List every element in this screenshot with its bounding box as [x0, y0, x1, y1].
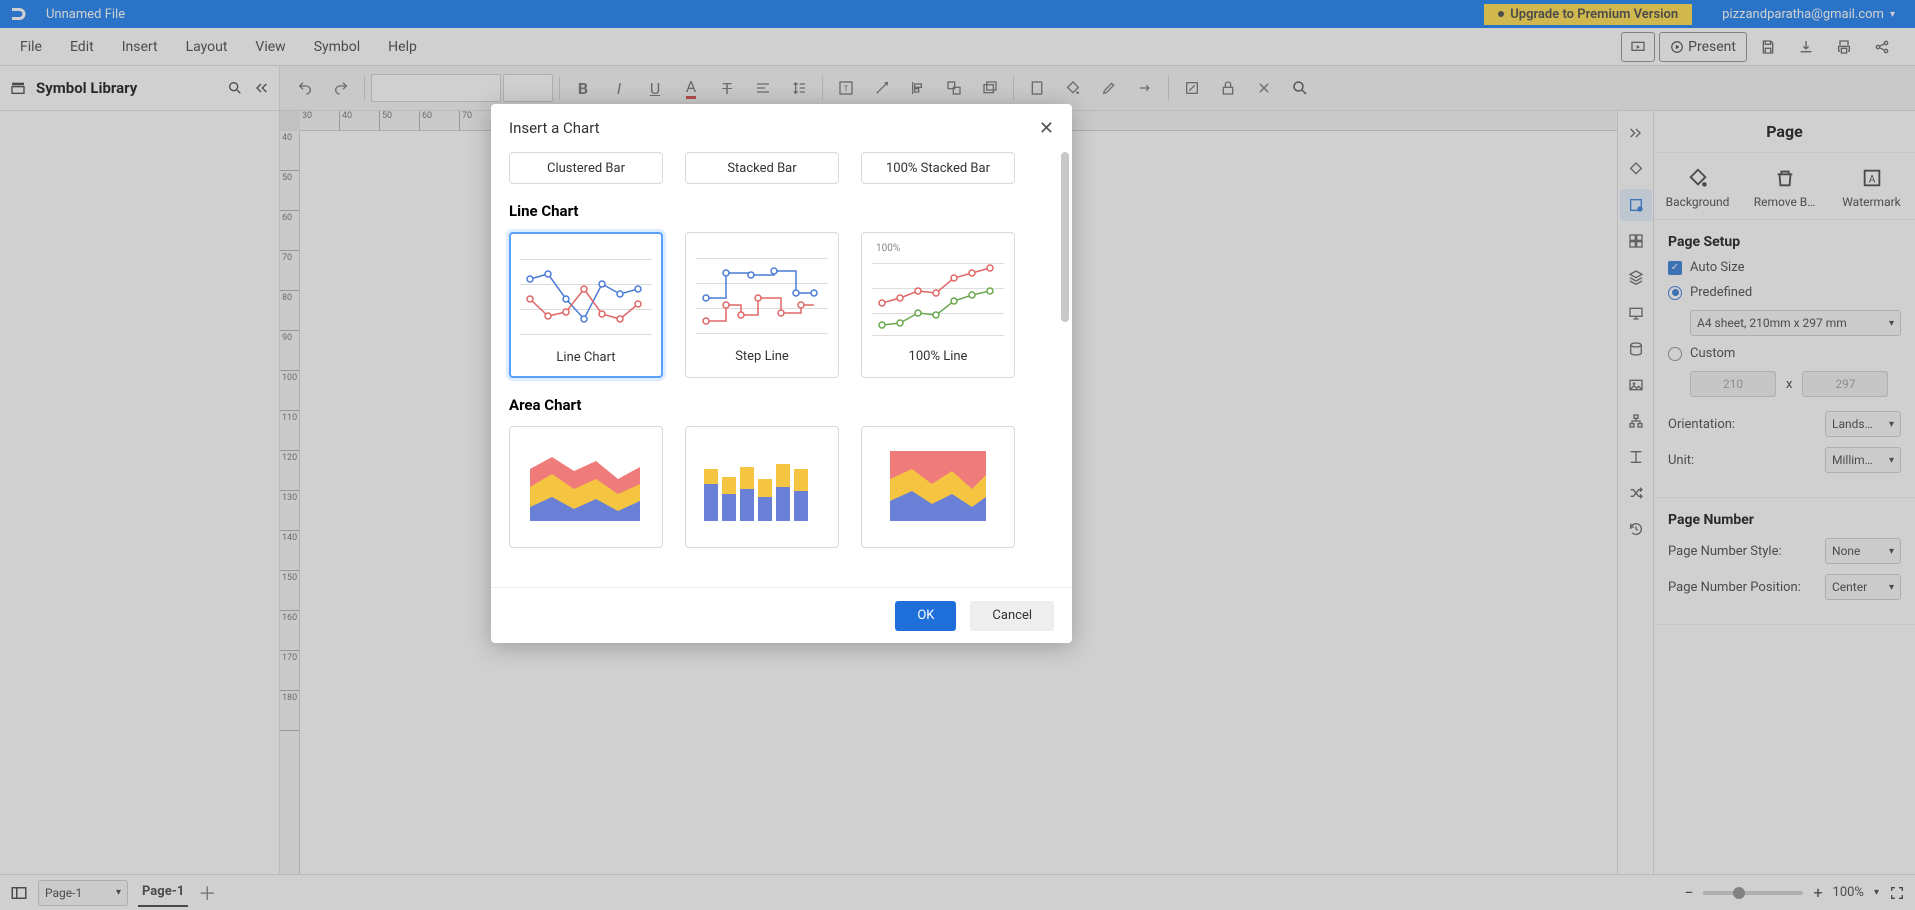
dialog-footer: OK Cancel: [491, 587, 1072, 643]
chart-card-stacked-bar[interactable]: Stacked Bar: [685, 152, 839, 184]
dialog-body[interactable]: Clustered Bar Stacked Bar 100% Stacked B…: [491, 152, 1072, 587]
chart-card-area-3[interactable]: [861, 426, 1015, 548]
chart-card-100-line[interactable]: 100% 100% Line: [861, 232, 1015, 378]
ok-button[interactable]: OK: [895, 601, 956, 631]
chart-card-clustered-bar[interactable]: Clustered Bar: [509, 152, 663, 184]
close-icon[interactable]: ✕: [1039, 118, 1054, 139]
chart-card-step-line[interactable]: Step Line: [685, 232, 839, 378]
insert-chart-dialog: Insert a Chart ✕ Clustered Bar Stacked B…: [491, 104, 1072, 643]
dialog-title: Insert a Chart: [509, 119, 600, 137]
chart-card-area-1[interactable]: [509, 426, 663, 548]
dialog-scrollbar[interactable]: [1061, 152, 1069, 322]
dialog-header: Insert a Chart ✕: [491, 104, 1072, 152]
chart-card-area-2[interactable]: [685, 426, 839, 548]
chart-card-line[interactable]: Line Chart: [509, 232, 663, 378]
chart-card-100-stacked-bar[interactable]: 100% Stacked Bar: [861, 152, 1015, 184]
cancel-button[interactable]: Cancel: [970, 601, 1054, 631]
category-area-chart: Area Chart: [509, 396, 1054, 414]
category-line-chart: Line Chart: [509, 202, 1054, 220]
